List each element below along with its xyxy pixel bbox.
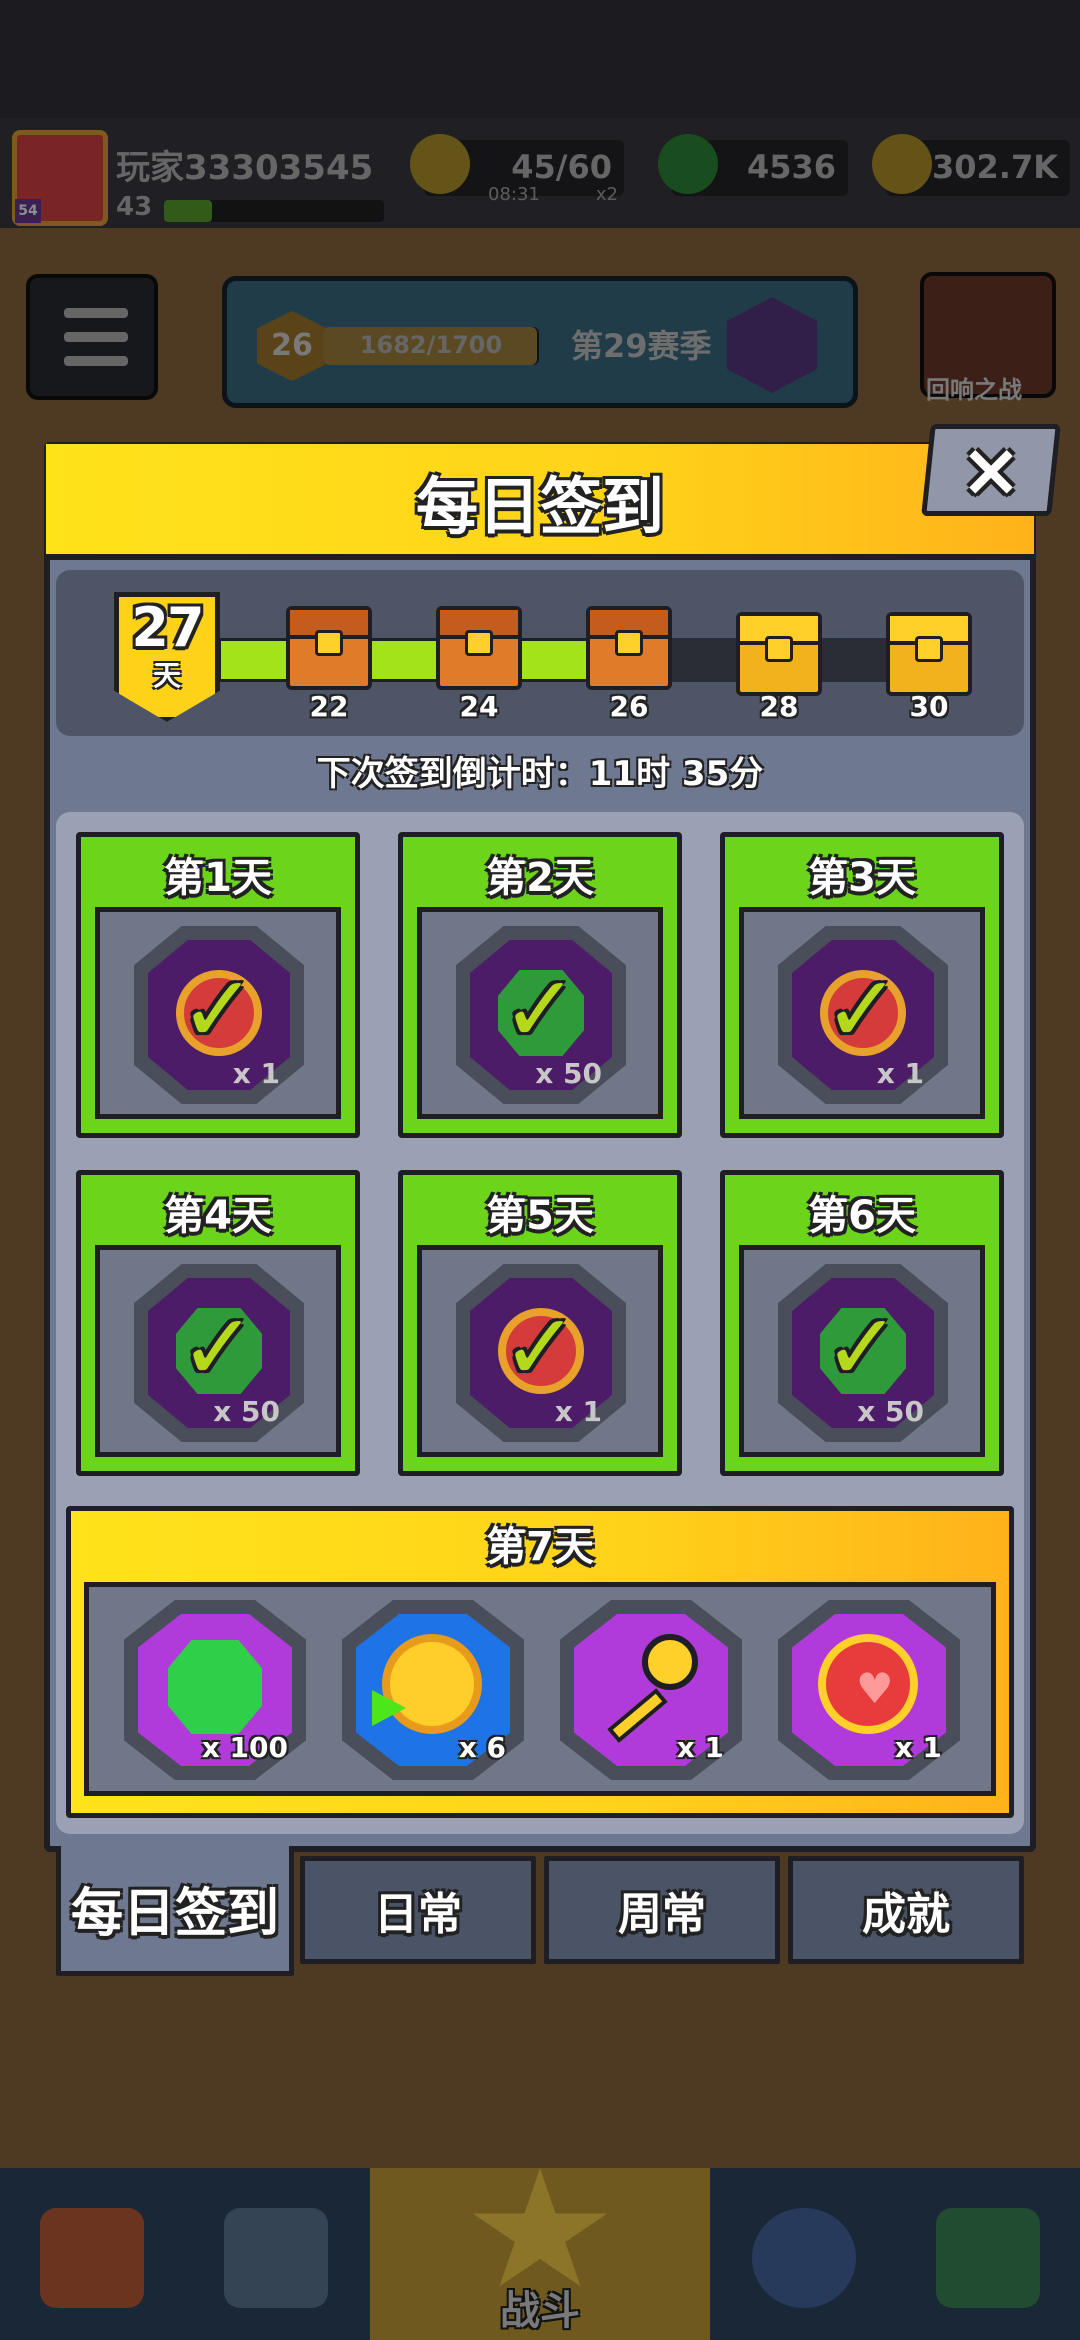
menu-icon (64, 308, 128, 318)
day-title: 第3天 (808, 855, 916, 901)
energy-multiplier: x2 (595, 184, 618, 205)
nav-talent[interactable] (896, 2168, 1080, 2340)
player-xp-bar (164, 200, 384, 222)
tab-daily-checkin[interactable]: 每日签到 (56, 1846, 294, 1976)
day-title: 第4天 (164, 1193, 272, 1239)
streak-track-fill (218, 638, 603, 682)
day7-title: 第7天 (486, 1524, 594, 1570)
reward-qty: x 1 (894, 1731, 942, 1764)
nav-shop[interactable] (0, 2168, 184, 2340)
reward-qty: x 100 (201, 1731, 288, 1764)
coin-speed-icon (372, 1634, 482, 1734)
coin-icon (872, 134, 932, 194)
energy-timer: 08:31 (488, 184, 540, 205)
day-card-4[interactable]: 第4天 ✓ x 50 (76, 1170, 360, 1476)
check-icon: ✓ (823, 1294, 901, 1401)
next-checkin-countdown: 下次签到倒计时：11时 35分 (316, 754, 764, 794)
gem-icon (168, 1640, 262, 1734)
player-name: 玩家33303545 (116, 148, 374, 188)
gem-value: 4536 (746, 148, 836, 186)
reward-qty: x 50 (857, 1395, 924, 1428)
player-level: 43 (116, 192, 153, 222)
coin-counter[interactable]: 302.7K (872, 134, 1070, 196)
close-icon: × (959, 427, 1022, 513)
nav-events[interactable] (712, 2168, 896, 2340)
gem-counter[interactable]: 4536 (658, 134, 848, 196)
day-card-3[interactable]: 第3天 ✓ x 1 (720, 832, 1004, 1138)
tab-daily[interactable]: 日常 (300, 1856, 536, 1964)
season-emblem-icon (727, 297, 817, 393)
avatar-badge: 54 (15, 199, 41, 223)
menu-button[interactable] (26, 274, 158, 400)
streak-day-count: 27 (131, 596, 204, 659)
season-progress-bar: 1682/1700 (323, 327, 539, 365)
energy-value: 45/60 (511, 148, 612, 186)
reward-qty: x 50 (535, 1057, 602, 1090)
day-card-1[interactable]: 第1天 ✓ x 1 (76, 832, 360, 1138)
day-title: 第1天 (164, 855, 272, 901)
chest-icon[interactable] (436, 606, 522, 690)
tab-weekly[interactable]: 周常 (544, 1856, 780, 1964)
day-title: 第5天 (486, 1193, 594, 1239)
day7-reward-speedup[interactable]: x 6 (342, 1600, 524, 1780)
heart-coin-icon: ♥ (818, 1634, 918, 1734)
check-icon: ✓ (823, 956, 901, 1063)
energy-counter[interactable]: 45/60 08:31 x2 (410, 134, 624, 205)
reward-qty: x 1 (232, 1057, 280, 1090)
day-card-6[interactable]: 第6天 ✓ x 50 (720, 1170, 1004, 1476)
player-avatar[interactable]: 54 (12, 130, 108, 226)
nav-battle-label: 战斗 (500, 2288, 580, 2334)
reward-qty: x 6 (458, 1731, 506, 1764)
chest-icon[interactable] (736, 612, 822, 696)
reward-qty: x 50 (213, 1395, 280, 1428)
chest-icon[interactable] (886, 612, 972, 696)
check-icon: ✓ (179, 956, 257, 1063)
close-button[interactable]: × (921, 424, 1061, 516)
day7-reward-key[interactable]: x 1 (560, 1600, 742, 1780)
energy-icon (410, 134, 470, 194)
milestone-label: 24 (459, 690, 499, 723)
season-name: 第29赛季 (571, 327, 712, 365)
streak-day-unit: 天 (152, 659, 181, 692)
season-progress-text: 1682/1700 (359, 331, 503, 359)
season-panel[interactable]: 26 1682/1700 第29赛季 (222, 276, 858, 408)
milestone-label: 26 (609, 690, 649, 723)
reward-qty: x 1 (876, 1057, 924, 1090)
tab-achievements[interactable]: 成就 (788, 1856, 1024, 1964)
nav-battle[interactable]: 战斗 (370, 2168, 710, 2340)
gem-icon (658, 134, 718, 194)
shop-icon (40, 2208, 144, 2308)
check-icon: ✓ (501, 956, 579, 1063)
echo-battle-label: 回响之战 (926, 376, 1022, 404)
reward-qty: x 1 (676, 1731, 724, 1764)
events-icon (752, 2208, 856, 2308)
day7-reward-gems[interactable]: x 100 (124, 1600, 306, 1780)
milestone-label: 30 (909, 690, 949, 723)
dialog-title: 每日签到 (415, 470, 664, 543)
talent-scroll-icon (936, 2208, 1040, 2308)
day-card-2[interactable]: 第2天 ✓ x 50 (398, 832, 682, 1138)
reward-qty: x 1 (554, 1395, 602, 1428)
coin-value: 302.7K (931, 148, 1058, 186)
season-rank-badge: 26 (257, 311, 327, 381)
day-title: 第6天 (808, 1193, 916, 1239)
check-icon: ✓ (179, 1294, 257, 1401)
day-card-5[interactable]: 第5天 ✓ x 1 (398, 1170, 682, 1476)
milestone-label: 28 (759, 690, 799, 723)
chest-icon[interactable] (286, 606, 372, 690)
milestone-label: 22 (309, 690, 349, 723)
nav-equipment[interactable] (184, 2168, 368, 2340)
day-title: 第2天 (486, 855, 594, 901)
armor-icon (224, 2208, 328, 2308)
chest-icon[interactable] (586, 606, 672, 690)
day7-reward-heart[interactable]: ♥ x 1 (778, 1600, 960, 1780)
check-icon: ✓ (501, 1294, 579, 1401)
